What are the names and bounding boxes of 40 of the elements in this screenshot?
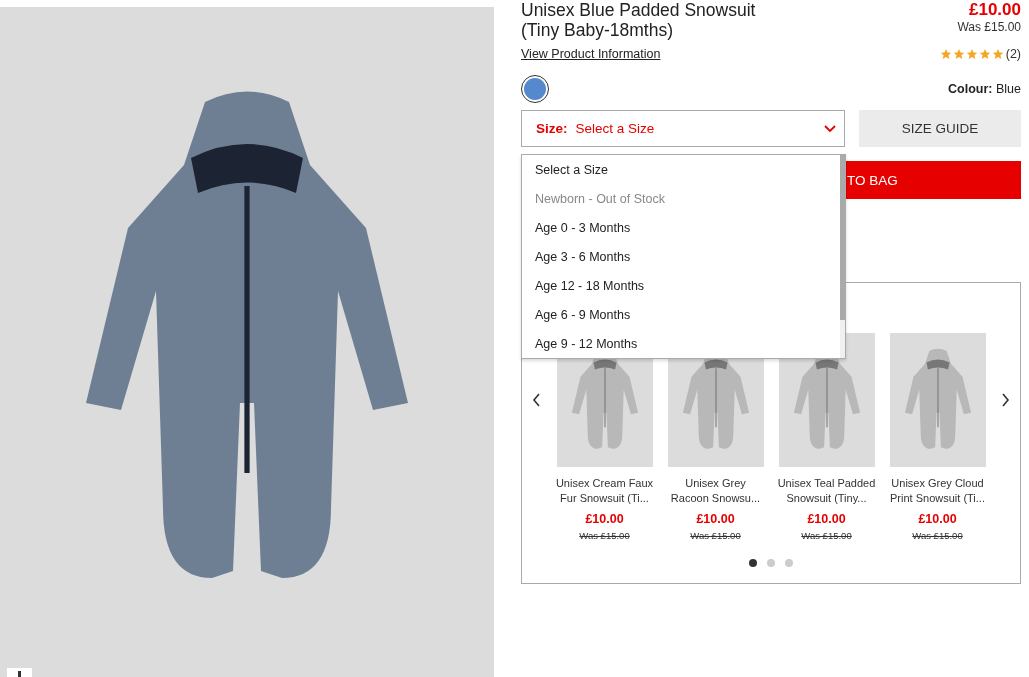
product-title: Unisex Blue Padded Snowsuit (Tiny Baby-18mths) [521,0,757,40]
product-name[interactable]: Unisex Grey Cloud Print Snowsuit (Ti... [887,476,988,506]
zoom-icon [17,671,22,677]
product-name[interactable]: Unisex Cream Faux Fur Snowsuit (Ti... [554,476,655,506]
size-option[interactable]: Select a Size [522,155,840,184]
product-price: £10.00 [696,512,735,526]
chevron-icon [824,124,836,133]
size-guide-button[interactable]: SIZE GUIDE [859,110,1021,147]
size-option[interactable]: Age 6 - 9 Months [522,300,840,329]
product-price: £10.00 [918,512,957,526]
was-price: Was £15.00 [801,530,852,541]
star-icon [952,48,965,60]
product-price: £10.00 [585,512,624,526]
page-dot[interactable] [767,559,775,567]
was-price: Was £15.00 [912,530,963,541]
product-info-link[interactable]: View Product Information [521,47,661,61]
was-price: Was £15.00 [579,530,630,541]
chevron-left-icon [532,393,541,407]
product-name[interactable]: Unisex Teal Padded Snowsuit (Tiny... [776,476,877,506]
size-option[interactable]: Age 9 - 12 Months [522,329,840,358]
scrollbar[interactable] [840,155,845,358]
size-option[interactable]: Age 0 - 3 Months [522,213,840,242]
star-icon [978,48,991,60]
size-option[interactable]: Age 12 - 18 Months [522,271,840,300]
page-dot[interactable] [749,559,757,567]
star-icon [991,48,1004,60]
chevron-right-icon [1001,393,1010,407]
review-count: (2) [1005,47,1021,61]
colour-label: Colour: Blue [948,82,1021,96]
product-thumbnail[interactable] [889,333,986,467]
size-option[interactable]: Age 3 - 6 Months [522,242,840,271]
star-icon [939,48,952,60]
was-price: Was £15.00 [957,19,1021,35]
was-price: Was £15.00 [690,530,741,541]
product-name[interactable]: Unisex Grey Racoon Snowsu... [665,476,766,506]
product-price: £10.00 [969,0,1021,19]
star-icon [965,48,978,60]
size-select[interactable]: Size: Select a Size [521,110,845,147]
page-dot[interactable] [785,559,793,567]
product-price: £10.00 [807,512,846,526]
